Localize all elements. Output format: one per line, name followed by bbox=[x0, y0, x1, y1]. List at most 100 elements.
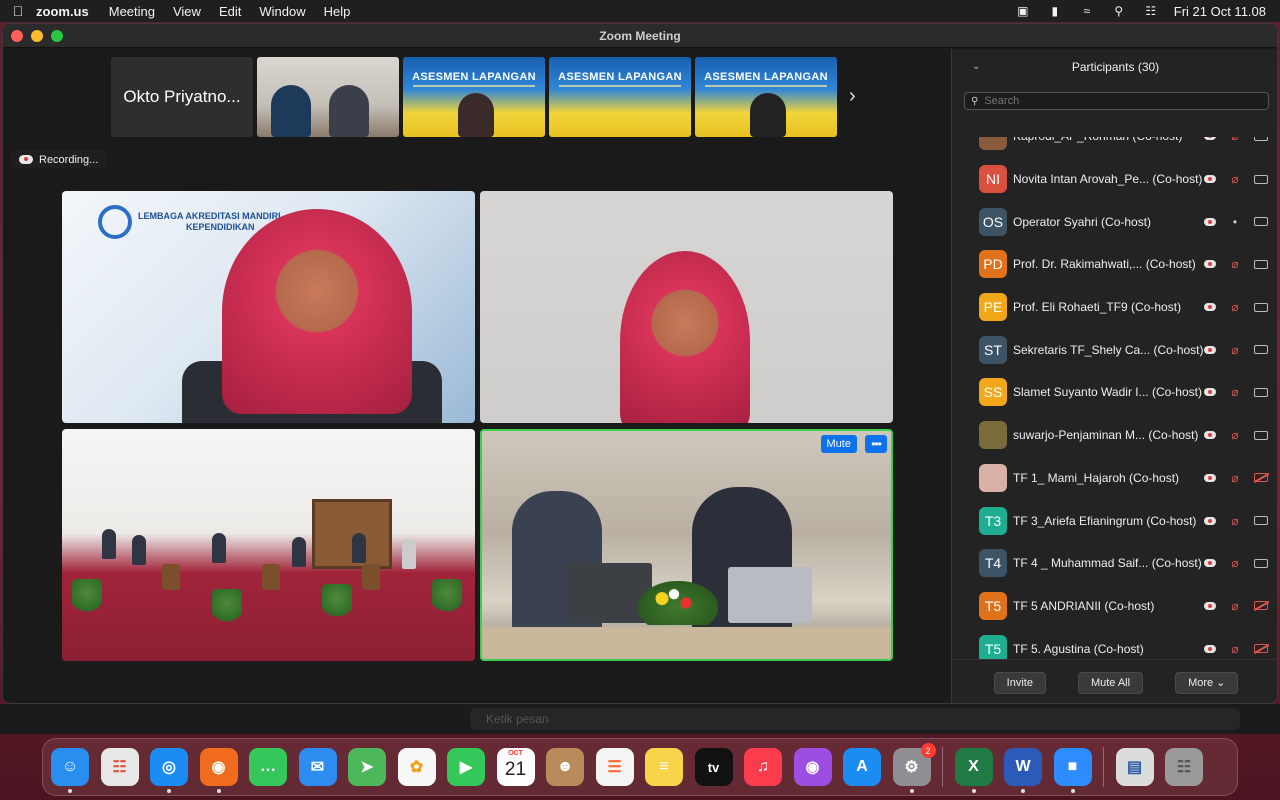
mail-icon[interactable]: ✉ bbox=[298, 748, 337, 786]
zoom-status-icon[interactable]: ▣ bbox=[1014, 4, 1032, 18]
control-center-icon[interactable]: ☷ bbox=[1142, 4, 1160, 18]
video-off-icon[interactable] bbox=[1254, 601, 1268, 611]
video-off-icon[interactable] bbox=[1254, 644, 1268, 654]
video-icon[interactable] bbox=[1254, 558, 1268, 568]
menu-edit[interactable]: Edit bbox=[219, 4, 241, 19]
menu-help[interactable]: Help bbox=[324, 4, 351, 19]
video-icon[interactable] bbox=[1254, 516, 1268, 526]
menu-app-name[interactable]: zoom.us bbox=[36, 4, 89, 19]
safari-icon[interactable]: ◎ bbox=[150, 748, 188, 793]
mic-muted-icon[interactable]: ⌀ bbox=[1228, 642, 1242, 656]
mic-muted-icon[interactable]: ⌀ bbox=[1228, 385, 1242, 399]
search-input[interactable] bbox=[984, 95, 1245, 107]
video-tile[interactable]: LEMBAGA AKREDITASI MANDIRI KEPENDIDIKAN bbox=[62, 191, 475, 423]
wifi-icon[interactable]: ≈ bbox=[1078, 4, 1096, 18]
facetime-icon[interactable]: ▶ bbox=[447, 748, 485, 786]
participant-row[interactable]: suwarjo-Penjaminan M... (Co-host) ⌀ bbox=[952, 414, 1277, 457]
mic-muted-icon[interactable]: ⌀ bbox=[1228, 172, 1242, 186]
chevron-right-icon[interactable]: › bbox=[849, 85, 856, 108]
mic-icon[interactable]: • bbox=[1228, 215, 1242, 229]
mic-muted-icon[interactable]: ⌀ bbox=[1228, 137, 1242, 143]
invite-button[interactable]: Invite bbox=[993, 671, 1046, 694]
participant-row[interactable]: NI Novita Intan Arovah_Pe... (Co-host) ⌀ bbox=[952, 158, 1277, 201]
maps-icon[interactable]: ➤ bbox=[348, 748, 386, 786]
notes-icon[interactable]: ≡ bbox=[645, 748, 683, 786]
active-speaker-video-tile[interactable]: Mute ••• bbox=[480, 429, 893, 661]
thumbnail-video[interactable]: ASESMEN LAPANGAN bbox=[403, 57, 545, 137]
menu-window[interactable]: Window bbox=[259, 4, 305, 19]
mute-participant-button[interactable]: Mute bbox=[820, 435, 857, 453]
window-titlebar[interactable]: Zoom Meeting bbox=[3, 24, 1277, 48]
video-icon[interactable] bbox=[1254, 430, 1268, 440]
trash-icon[interactable]: ☷ bbox=[1165, 748, 1203, 786]
contacts-icon[interactable]: ☻ bbox=[546, 748, 584, 786]
chevron-down-icon[interactable]: ⌄ bbox=[972, 61, 980, 72]
apple-icon[interactable]:  bbox=[0, 3, 36, 19]
video-icon[interactable] bbox=[1254, 345, 1268, 355]
spotlight-search-icon[interactable]: ⚲ bbox=[1110, 4, 1128, 18]
mic-muted-icon[interactable]: ⌀ bbox=[1228, 428, 1242, 442]
menu-meeting[interactable]: Meeting bbox=[109, 4, 155, 19]
participant-row[interactable]: SS Slamet Suyanto Wadir I... (Co-host) ⌀ bbox=[952, 371, 1277, 414]
participant-row[interactable]: T5 TF 5. Agustina (Co-host) ⌀ bbox=[952, 627, 1277, 659]
music-icon[interactable]: ♫ bbox=[744, 748, 782, 786]
reminders-icon[interactable]: ☰ bbox=[595, 748, 634, 786]
mute-all-button[interactable]: Mute All bbox=[1077, 671, 1144, 694]
word-icon[interactable]: W bbox=[1004, 748, 1042, 793]
participant-row[interactable]: TF 1_ Mami_Hajaroh (Co-host) ⌀ bbox=[952, 457, 1277, 500]
more-options-icon[interactable]: ••• bbox=[865, 435, 887, 453]
avatar: OS bbox=[979, 207, 1007, 236]
firefox-icon[interactable]: ◉ bbox=[199, 748, 238, 793]
menubar-clock[interactable]: Fri 21 Oct 11.08 bbox=[1174, 4, 1266, 19]
system-preferences-icon[interactable]: ⚙ 2 bbox=[892, 743, 936, 793]
chat-input[interactable]: Ketik pesan bbox=[470, 708, 1240, 730]
participants-search[interactable]: ⚲ bbox=[964, 92, 1269, 110]
video-icon[interactable] bbox=[1254, 259, 1268, 269]
room-chair bbox=[262, 564, 280, 590]
video-icon[interactable] bbox=[1254, 387, 1268, 397]
video-tile[interactable] bbox=[62, 429, 475, 661]
thumbnail-video[interactable]: ASESMEN LAPANGAN bbox=[549, 57, 691, 137]
podcasts-icon[interactable]: ◉ bbox=[793, 748, 832, 786]
participant-status-icons: ⌀ bbox=[1204, 556, 1268, 570]
apple-tv-icon[interactable]: tv bbox=[694, 748, 733, 786]
participant-row[interactable]: PD Prof. Dr. Rakimahwati,... (Co-host) ⌀ bbox=[952, 243, 1277, 286]
calendar-icon[interactable]: OCT 21 bbox=[496, 748, 535, 786]
participants-list[interactable]: Kaprodi_AP_Rohman (Co-host) ⌀ NI Novita Int… bbox=[952, 137, 1277, 659]
excel-icon[interactable]: X bbox=[954, 748, 993, 793]
mic-muted-icon[interactable]: ⌀ bbox=[1228, 300, 1242, 314]
recording-indicator[interactable]: Recording... bbox=[11, 150, 107, 169]
video-icon[interactable] bbox=[1254, 137, 1268, 141]
participant-row[interactable]: Kaprodi_AP_Rohman (Co-host) ⌀ bbox=[952, 137, 1277, 158]
mic-muted-icon[interactable]: ⌀ bbox=[1228, 257, 1242, 271]
more-button[interactable]: More ⌄ bbox=[1175, 671, 1239, 694]
mic-muted-icon[interactable]: ⌀ bbox=[1228, 556, 1242, 570]
participant-row[interactable]: T5 TF 5 ANDRIANII (Co-host) ⌀ bbox=[952, 585, 1277, 628]
thumbnail-name-tile[interactable]: Okto Priyatno... bbox=[111, 57, 253, 137]
thumbnail-video[interactable] bbox=[257, 57, 399, 137]
participant-row[interactable]: T4 TF 4 _ Muhammad Saif... (Co-host) ⌀ bbox=[952, 542, 1277, 585]
app-store-icon[interactable]: A bbox=[843, 748, 881, 786]
mic-muted-icon[interactable]: ⌀ bbox=[1228, 514, 1242, 528]
video-off-icon[interactable] bbox=[1254, 473, 1268, 483]
participant-row[interactable]: T3 TF 3_Ariefa Efianingrum (Co-host) ⌀ bbox=[952, 499, 1277, 542]
video-icon[interactable] bbox=[1254, 217, 1268, 227]
participant-row[interactable]: OS Operator Syahri (Co-host) • bbox=[952, 200, 1277, 243]
photos-icon[interactable]: ✿ bbox=[397, 748, 436, 786]
video-icon[interactable] bbox=[1254, 174, 1268, 184]
messages-icon[interactable]: … bbox=[249, 748, 287, 786]
mic-muted-icon[interactable]: ⌀ bbox=[1228, 599, 1242, 613]
zoom-icon[interactable]: ■ bbox=[1053, 748, 1092, 793]
video-tile[interactable] bbox=[480, 191, 893, 423]
thumbnail-video[interactable]: ASESMEN LAPANGAN bbox=[695, 57, 837, 137]
mic-muted-icon[interactable]: ⌀ bbox=[1228, 343, 1242, 357]
video-icon[interactable] bbox=[1254, 302, 1268, 312]
battery-icon[interactable]: ▮ bbox=[1046, 4, 1064, 18]
finder-icon[interactable]: ☺ bbox=[51, 748, 89, 793]
recent-document-icon[interactable]: ▤ bbox=[1115, 748, 1154, 786]
menu-view[interactable]: View bbox=[173, 4, 201, 19]
launchpad-icon[interactable]: ☷ bbox=[100, 748, 139, 786]
mic-muted-icon[interactable]: ⌀ bbox=[1228, 471, 1242, 485]
participant-row[interactable]: PE Prof. Eli Rohaeti_TF9 (Co-host) ⌀ bbox=[952, 286, 1277, 329]
participant-row[interactable]: ST Sekretaris TF_Shely Ca... (Co-host) ⌀ bbox=[952, 328, 1277, 371]
